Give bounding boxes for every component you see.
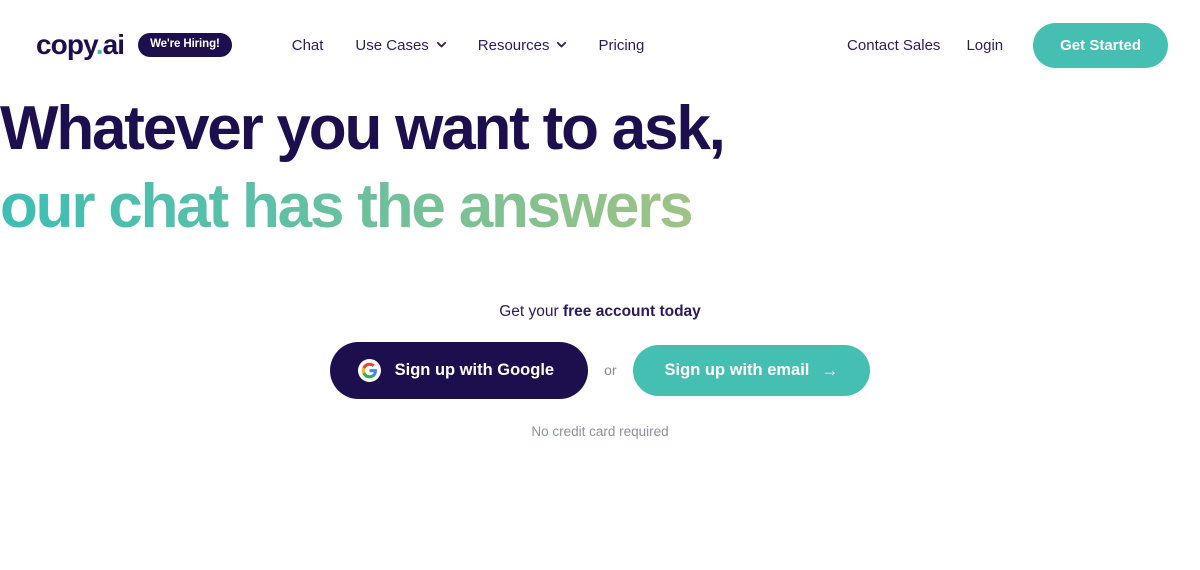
- or-divider-label: or: [604, 362, 617, 378]
- hero-section: Whatever you want to ask, our chat has t…: [0, 90, 1200, 438]
- arrow-right-icon: →: [821, 360, 839, 380]
- navbar-right-group: Contact Sales Login Get Started: [847, 22, 1168, 68]
- nav-item-login-label: Login: [966, 36, 1004, 54]
- primary-nav: Chat Use Cases Resources Pricing: [292, 38, 645, 53]
- logo-dot: .: [95, 29, 104, 60]
- headline-line-2: our chat has the answers: [0, 168, 1200, 246]
- nav-item-resources-label: Resources: [477, 36, 550, 54]
- signup-with-email-button[interactable]: Sign up with email →: [632, 344, 871, 396]
- cta-subtitle-bold: free account today: [562, 303, 701, 320]
- nav-item-resources[interactable]: Resources: [478, 38, 567, 53]
- site-logo[interactable]: copy.ai: [36, 29, 125, 60]
- chevron-down-icon: [556, 39, 567, 49]
- google-icon: [357, 358, 381, 382]
- navbar: copy.ai We're Hiring! Chat Use Cases Res…: [0, 0, 1200, 90]
- nav-item-chat[interactable]: Chat: [292, 38, 324, 53]
- signup-cta-section: Get your free account today Sign up with…: [0, 304, 1200, 438]
- signup-with-google-button[interactable]: Sign up with Google: [329, 341, 589, 399]
- signup-with-email-label: Sign up with email: [664, 360, 810, 379]
- navbar-left-group: copy.ai We're Hiring! Chat Use Cases Res…: [36, 31, 644, 59]
- nav-item-use-cases[interactable]: Use Cases: [355, 36, 446, 54]
- page-title: Whatever you want to ask, our chat has t…: [0, 90, 1200, 245]
- nav-item-pricing-label: Pricing: [598, 36, 645, 54]
- logo-text-copy: copy: [36, 29, 97, 60]
- cta-subtitle: Get your free account today: [0, 304, 1200, 320]
- headline-line-1: Whatever you want to ask,: [0, 94, 726, 163]
- signup-with-google-label: Sign up with Google: [394, 360, 555, 379]
- signup-buttons-row: Sign up with Google or Sign up with emai…: [0, 341, 1200, 399]
- nav-item-pricing[interactable]: Pricing: [598, 38, 644, 53]
- nav-item-use-cases-label: Use Cases: [355, 36, 429, 54]
- chevron-down-icon: [436, 39, 446, 49]
- no-credit-card-note: No credit card required: [531, 423, 669, 439]
- cta-subtitle-regular: Get your: [499, 303, 563, 320]
- logo-text-ai: ai: [102, 29, 125, 60]
- nav-item-chat-label: Chat: [291, 36, 324, 54]
- hiring-badge[interactable]: We're Hiring!: [138, 32, 232, 58]
- nav-item-contact-sales[interactable]: Contact Sales: [847, 38, 940, 53]
- nav-item-contact-sales-label: Contact Sales: [847, 36, 941, 54]
- nav-item-login[interactable]: Login: [966, 38, 1003, 53]
- get-started-button[interactable]: Get Started: [1033, 22, 1168, 68]
